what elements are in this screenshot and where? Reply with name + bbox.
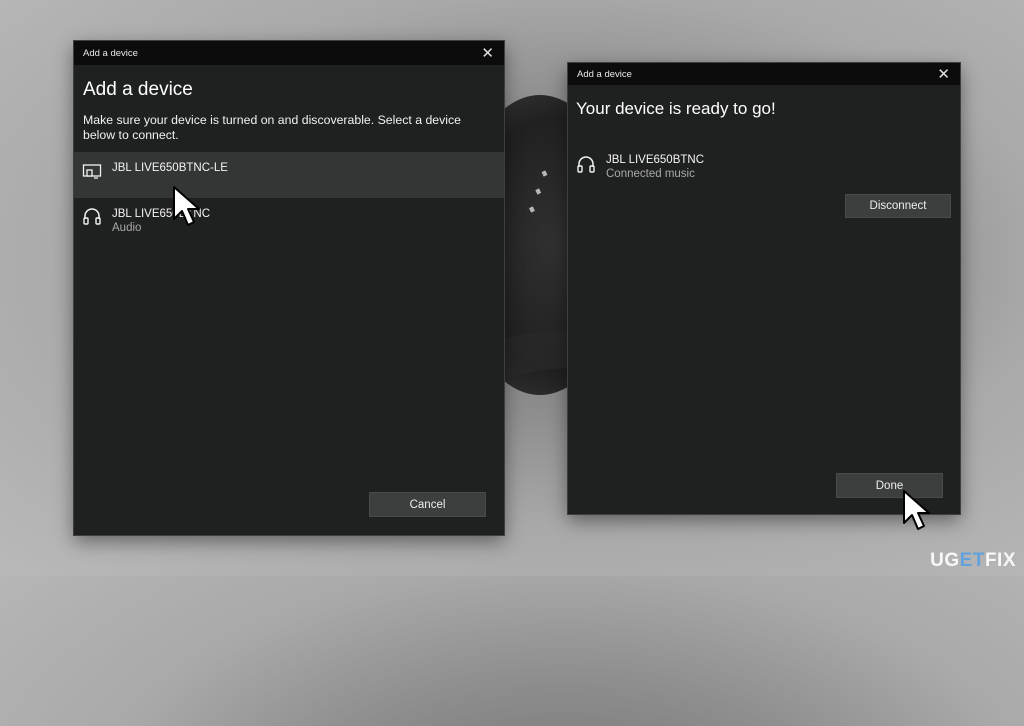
dialog-titlebar: Add a device ✕ — [74, 41, 504, 65]
headset-icon — [83, 208, 101, 225]
device-list: JBL LIVE650BTNC-LE JBL LIVE650BTNC Audio — [74, 152, 504, 244]
add-device-dialog: Add a device ✕ Add a device Make sure yo… — [74, 41, 504, 535]
close-icon[interactable]: ✕ — [937, 67, 950, 82]
cancel-button[interactable]: Cancel — [369, 492, 486, 517]
device-name: JBL LIVE650BTNC — [606, 154, 705, 166]
disconnect-button[interactable]: Disconnect — [845, 194, 951, 218]
connection-status: Connected music — [606, 168, 695, 180]
device-item-jbl-le[interactable]: JBL LIVE650BTNC-LE — [74, 152, 504, 198]
instructions-text: Make sure your device is turned on and d… — [83, 113, 461, 142]
watermark-logo: UGETFIX — [930, 550, 1016, 571]
page-title: Your device is ready to go! — [576, 99, 776, 118]
dialog-title: Add a device — [83, 47, 138, 59]
mouse-cursor-icon — [173, 186, 200, 226]
close-icon[interactable]: ✕ — [481, 46, 494, 61]
dialog-title: Add a device — [577, 68, 632, 80]
page-title: Add a device — [83, 79, 193, 100]
headset-icon — [577, 156, 595, 173]
paired-device: JBL LIVE650BTNC Connected music — [576, 152, 960, 180]
display-device-icon — [82, 164, 102, 179]
device-ready-dialog: Add a device ✕ Your device is ready to g… — [568, 63, 960, 514]
device-item-jbl[interactable]: JBL LIVE650BTNC Audio — [74, 198, 504, 244]
mouse-cursor-icon — [903, 490, 930, 530]
dialog-titlebar: Add a device ✕ — [568, 63, 960, 85]
device-name: JBL LIVE650BTNC-LE — [112, 162, 228, 174]
